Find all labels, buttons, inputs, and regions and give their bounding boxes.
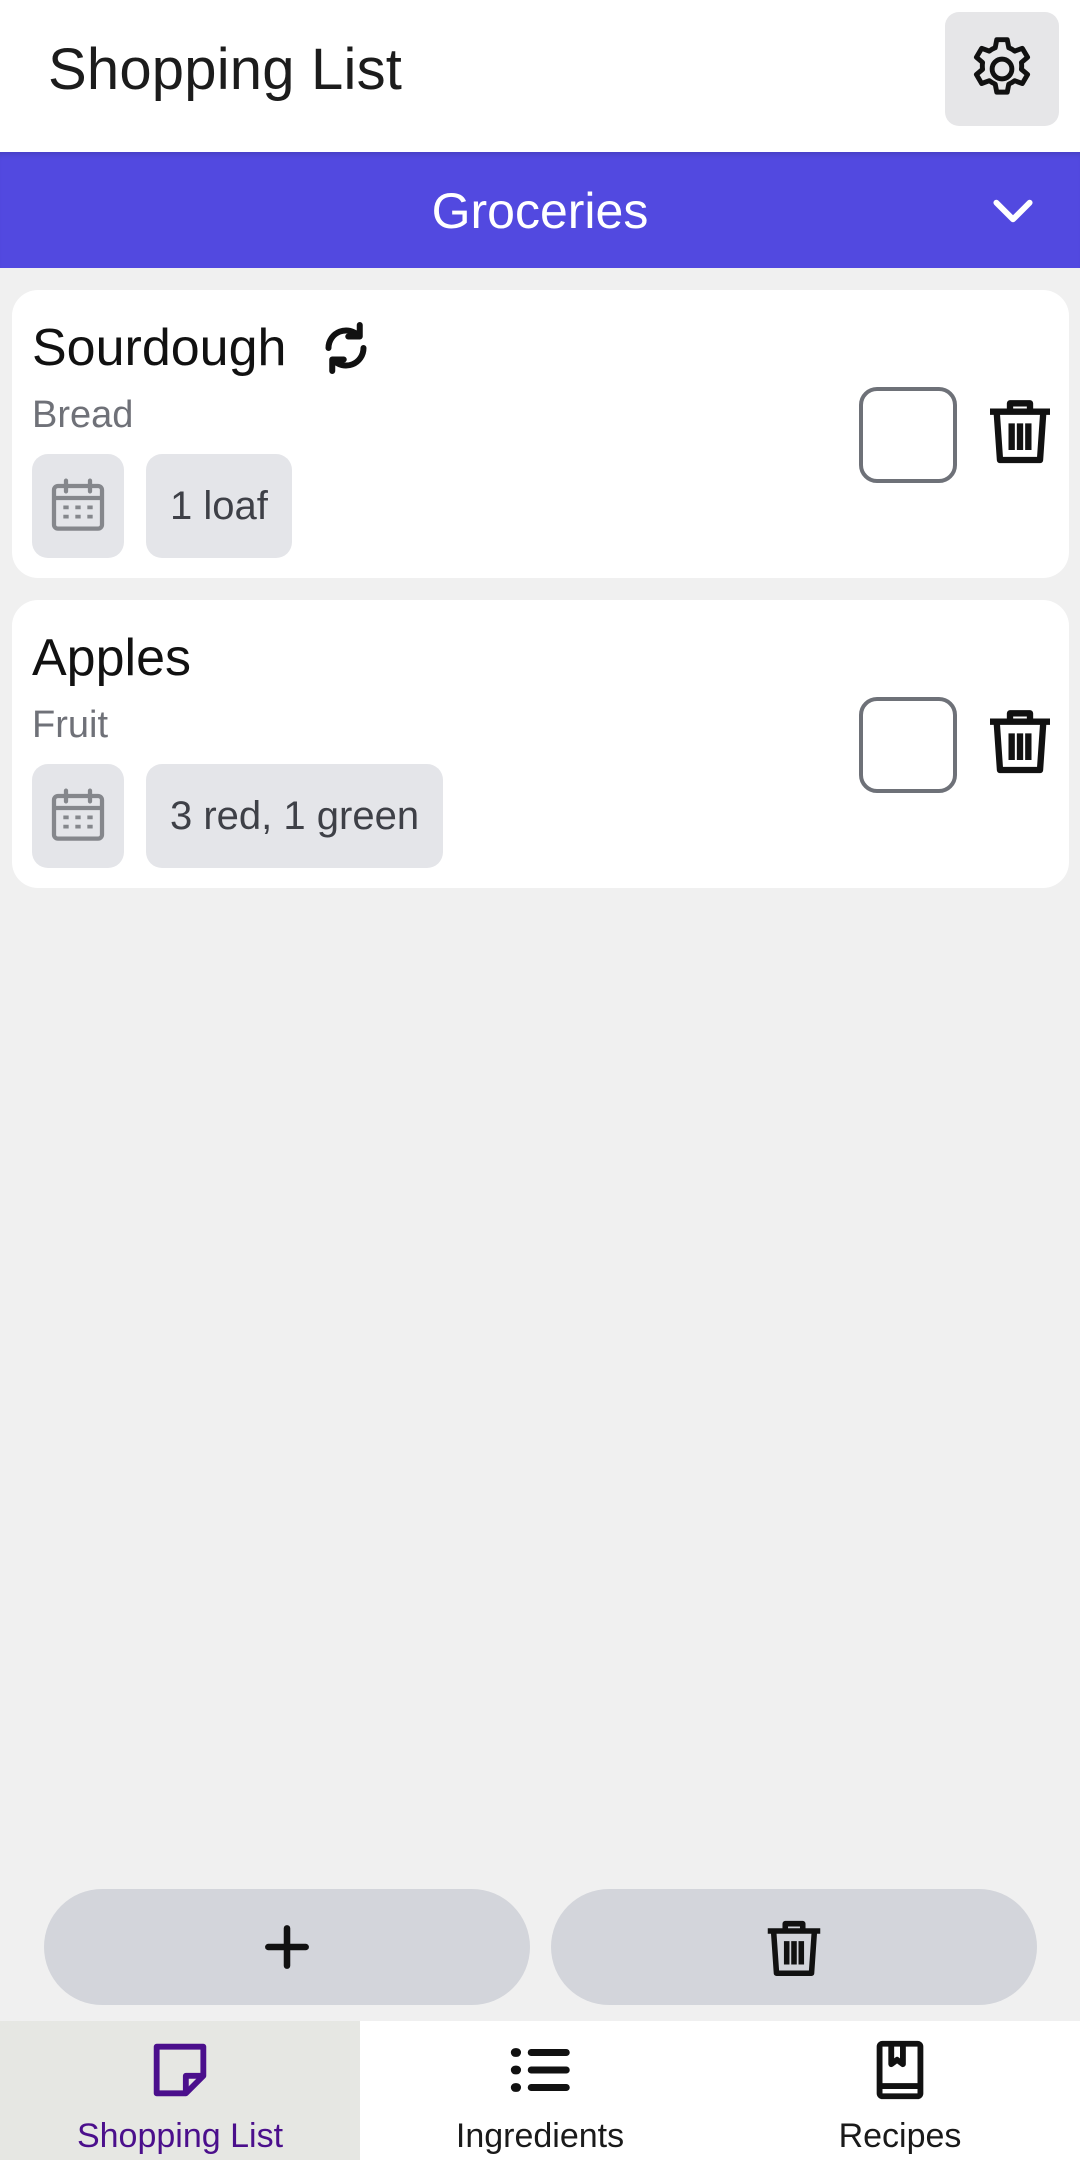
chevron-down-icon xyxy=(993,199,1033,223)
category-label: Groceries xyxy=(431,183,649,239)
trash-icon[interactable] xyxy=(980,700,1060,780)
clear-list-button[interactable] xyxy=(551,1889,1037,2005)
page-title: Shopping List xyxy=(48,37,403,102)
list-item[interactable]: Apples Fruit 3 red, 1 green xyxy=(12,600,1069,888)
quantity-chip[interactable]: 3 red, 1 green xyxy=(146,764,444,868)
nav-label: Shopping List xyxy=(76,2117,284,2155)
list-item[interactable]: Sourdough Bread 1 loaf xyxy=(12,290,1069,578)
list-icon xyxy=(510,2048,570,2092)
plus-icon xyxy=(265,1925,309,1969)
item-checkbox[interactable] xyxy=(859,387,957,483)
book-icon xyxy=(876,2040,924,2100)
item-category: Bread xyxy=(32,394,134,436)
nav-label: Recipes xyxy=(838,2117,962,2155)
nav-item-shopping-list[interactable]: Shopping List xyxy=(0,2021,360,2160)
trash-icon[interactable] xyxy=(980,390,1060,470)
note-icon xyxy=(153,2043,207,2097)
item-category: Fruit xyxy=(32,704,108,746)
item-name: Sourdough xyxy=(32,319,287,377)
settings-button[interactable] xyxy=(945,12,1059,126)
nav-item-ingredients[interactable]: Ingredients xyxy=(360,2021,720,2160)
calendar-icon xyxy=(51,788,105,841)
nav-item-recipes[interactable]: Recipes xyxy=(720,2021,1080,2160)
item-checkbox[interactable] xyxy=(859,697,957,793)
bottom-nav: Shopping List Ingredients Recipes xyxy=(0,2021,1080,2160)
quantity-chip[interactable]: 1 loaf xyxy=(146,454,292,558)
app-header: Shopping List xyxy=(0,0,1080,152)
trash-icon xyxy=(767,1920,821,1977)
recurring-icon xyxy=(325,322,367,374)
item-name: Apples xyxy=(32,629,191,687)
category-selector[interactable]: Groceries xyxy=(0,152,1080,268)
date-button[interactable] xyxy=(32,454,124,558)
nav-label: Ingredients xyxy=(455,2117,625,2155)
add-item-button[interactable] xyxy=(44,1889,530,2005)
date-button[interactable] xyxy=(32,764,124,868)
calendar-icon xyxy=(51,478,105,531)
gear-icon xyxy=(973,37,1031,95)
